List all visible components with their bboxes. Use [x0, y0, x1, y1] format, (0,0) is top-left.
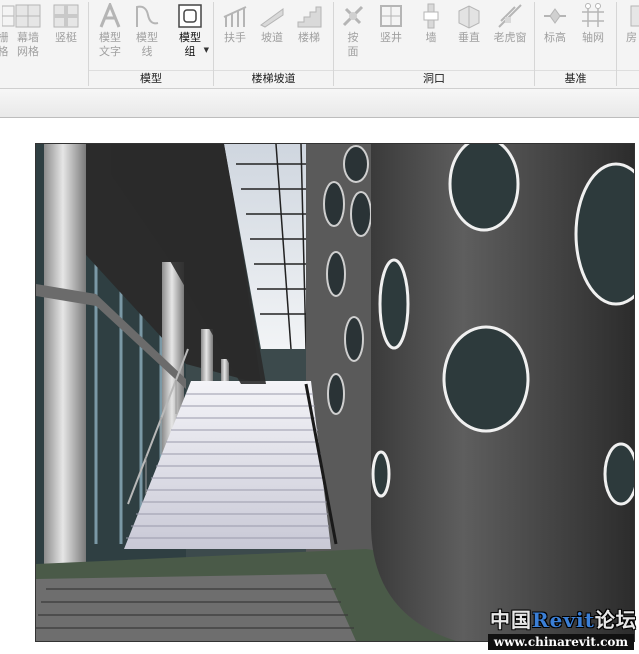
mullion-icon — [53, 3, 79, 29]
railing-label: 扶手 — [224, 31, 246, 44]
dropdown-arrow-icon[interactable]: ▼ — [204, 46, 209, 54]
grid-label: 轴网 — [582, 31, 604, 44]
by-face-icon — [340, 3, 366, 29]
partial-button-label-2: 格 — [0, 45, 9, 58]
watermark-title-prefix: 中国 — [490, 608, 532, 632]
mullion-button[interactable]: 竖梃 — [50, 0, 82, 70]
curtain-grid-button[interactable]: 幕墙 网格 — [12, 0, 44, 70]
model-line-label: 模型 线 — [136, 31, 158, 58]
grid-button[interactable]: 轴网 — [576, 0, 610, 70]
panel-label-datum: 基准 — [535, 70, 616, 87]
watermark-title-suffix: 论坛 — [594, 608, 637, 632]
wall-opening-button[interactable]: 墙 — [414, 0, 448, 70]
by-face-label: 按 面 — [347, 31, 359, 58]
watermark-logo: 中国Revit论坛 www.chinarevit.com — [488, 604, 638, 652]
ramp-label: 坡道 — [261, 31, 283, 44]
model-text-icon — [97, 1, 123, 29]
model-text-label: 模型 文字 — [99, 31, 121, 58]
dormer-label: 老虎窗 — [493, 31, 527, 44]
wall-opening-label: 墙 — [425, 31, 437, 44]
ramp-icon — [259, 3, 285, 29]
by-face-button[interactable]: 按 面 — [336, 0, 370, 70]
room-label: 房 — [626, 31, 637, 44]
panel-label-opening: 洞口 — [334, 70, 534, 87]
shaft-button[interactable]: 竖井 — [373, 0, 409, 70]
room-button[interactable]: 房 — [624, 0, 639, 70]
model-text-button[interactable]: 模型 文字 — [93, 0, 127, 70]
ribbon: 栅 格 幕墙 网格 竖梃 模型 文字 模型 线 模型 组 ▼ 扶手 坡道 楼梯 … — [0, 0, 639, 89]
model-line-icon — [134, 3, 160, 29]
ramp-button[interactable]: 坡道 — [255, 0, 289, 70]
railing-button[interactable]: 扶手 — [218, 0, 252, 70]
vertical-opening-button[interactable]: 垂直 — [452, 0, 486, 70]
dormer-icon — [497, 3, 523, 29]
level-icon — [542, 3, 568, 29]
level-button[interactable]: 标高 — [538, 0, 572, 70]
watermark-title: 中国Revit论坛 — [490, 604, 637, 633]
mullion-label: 竖梃 — [55, 31, 77, 44]
vertical-opening-icon — [456, 3, 482, 29]
model-group-button[interactable]: 模型 组 ▼ — [170, 0, 210, 70]
stair-label: 楼梯 — [298, 31, 320, 44]
curtain-grid-label: 幕墙 网格 — [17, 31, 39, 58]
grid-icon — [580, 3, 606, 29]
shaft-icon — [378, 3, 404, 29]
stair-button[interactable]: 楼梯 — [292, 0, 326, 70]
model-group-icon — [177, 3, 203, 29]
curtain-grid-icon — [15, 3, 41, 29]
panel-label-circulation: 楼梯坡道 — [214, 70, 333, 87]
panel-label-model: 模型 — [89, 70, 213, 87]
dormer-button[interactable]: 老虎窗 — [489, 0, 531, 70]
wall-opening-icon — [418, 3, 444, 29]
model-group-label: 模型 组 — [179, 31, 201, 58]
panel-label-partial — [617, 70, 639, 87]
partial-button[interactable]: 栅 格 — [0, 0, 15, 70]
railing-icon — [222, 3, 248, 29]
partial-button-label-1: 栅 — [0, 31, 9, 44]
vertical-opening-label: 垂直 — [458, 31, 480, 44]
room-icon — [624, 3, 639, 29]
3d-render-image — [36, 144, 634, 641]
level-label: 标高 — [544, 31, 566, 44]
options-bar — [0, 89, 639, 118]
watermark-url: www.chinarevit.com — [488, 634, 634, 650]
watermark-title-accent: Revit — [532, 608, 595, 632]
stair-icon — [296, 3, 322, 29]
shaft-label: 竖井 — [380, 31, 402, 44]
3d-view-viewport[interactable] — [35, 143, 635, 642]
model-line-button[interactable]: 模型 线 — [130, 0, 164, 70]
